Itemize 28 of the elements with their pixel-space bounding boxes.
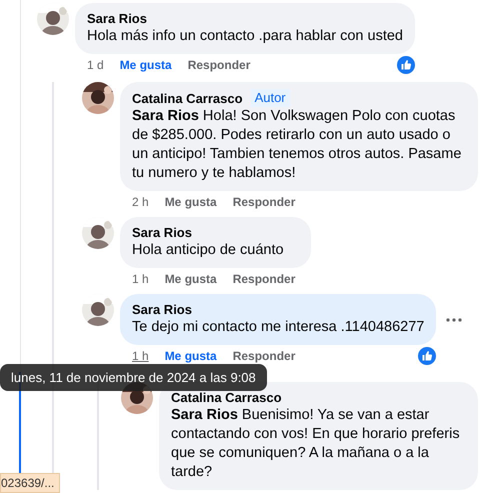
more-options-icon[interactable] xyxy=(446,318,462,322)
date-tooltip: lunes, 11 de noviembre de 2024 a las 9:08 xyxy=(0,364,267,391)
comment-text: Sara Rios Buenisimo! Ya se van a estar contactando con vos! En que horario preferis que se comuniquen? A la mañana o a la tarde? xyxy=(171,406,461,482)
comment-time[interactable]: 1 d xyxy=(87,58,104,72)
comment-text: Te dejo mi contacto me interesa .1140486277 xyxy=(132,318,424,337)
reply-link[interactable]: Responder xyxy=(188,58,250,72)
author-name[interactable]: Sara Rios xyxy=(87,10,147,27)
comment-text: Sara Rios Hola! Son Volkswagen Polo con cuotas de $285.000. Podes retirarlo con un auto usado o un anticipo! Tambien tenemos otros autos. Pasame tu numero y te hablamos! xyxy=(132,107,462,183)
reply-link[interactable]: Responder xyxy=(232,272,296,286)
author-name[interactable]: Catalina Carrasco xyxy=(132,90,243,106)
like-link[interactable]: Me gusta xyxy=(120,58,172,72)
author-name[interactable]: Sara Rios xyxy=(132,224,192,241)
comment-time[interactable]: 2 h xyxy=(132,195,149,209)
comment-text: Hola más info un contacto .para hablar con usted xyxy=(87,27,403,46)
author-badge: Autor xyxy=(250,89,290,107)
like-reaction-icon xyxy=(418,347,436,365)
author-name[interactable]: Sara Rios xyxy=(132,301,192,318)
comment-time[interactable]: 1 h xyxy=(132,349,149,363)
like-reaction-icon xyxy=(396,56,415,74)
reply-link[interactable]: Responder xyxy=(232,349,296,363)
reply-link[interactable]: Responder xyxy=(232,195,296,209)
author-name[interactable]: Catalina Carrasco xyxy=(171,389,282,406)
like-link[interactable]: Me gusta xyxy=(164,272,217,286)
like-link[interactable]: Me gusta xyxy=(164,349,217,363)
like-link[interactable]: Me gusta xyxy=(164,195,217,209)
link-status-bar: 023639/... xyxy=(0,473,60,493)
comment-text: Hola anticipo de cuánto xyxy=(132,241,285,260)
comment-time[interactable]: 1 h xyxy=(132,272,149,286)
